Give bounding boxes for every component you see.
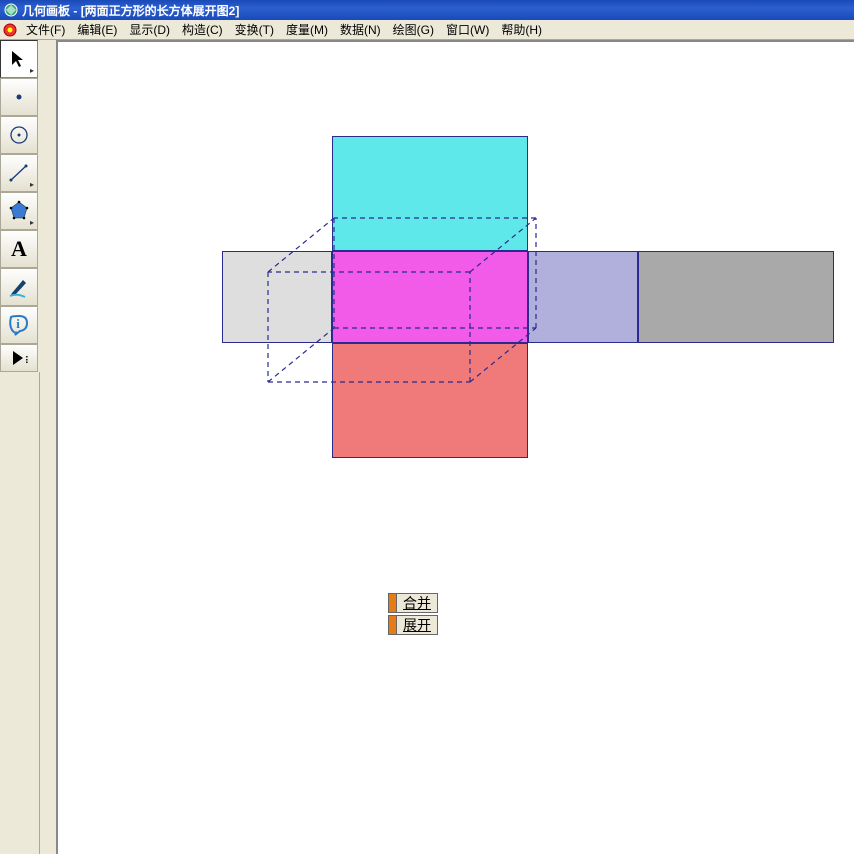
workspace: ▸ ▸ ▸ A i xyxy=(0,40,854,854)
marker-tool[interactable] xyxy=(0,268,38,306)
toolbar-frame: ▸ ▸ ▸ A i xyxy=(0,40,40,854)
info-icon: i xyxy=(7,313,31,337)
menu-window[interactable]: 窗口(W) xyxy=(440,19,495,40)
menu-edit[interactable]: 编辑(E) xyxy=(71,19,123,40)
title-bar: 几何画板 - [两面正方形的长方体展开图2] xyxy=(0,0,854,20)
document-icon[interactable] xyxy=(2,22,18,38)
face-left[interactable] xyxy=(222,251,332,343)
menu-measure[interactable]: 度量(M) xyxy=(280,19,334,40)
button-handle-icon xyxy=(389,616,397,634)
menu-number[interactable]: 数据(N) xyxy=(334,19,387,40)
menu-graph[interactable]: 绘图(G) xyxy=(387,19,440,40)
line-icon xyxy=(7,161,31,185)
point-icon xyxy=(9,87,29,107)
menu-construct[interactable]: 构造(C) xyxy=(176,19,229,40)
menu-file[interactable]: 文件(F) xyxy=(20,19,71,40)
unfold-button[interactable]: 展开 xyxy=(388,615,438,635)
polygon-tool[interactable]: ▸ xyxy=(0,192,38,230)
cursor-icon xyxy=(9,49,29,69)
pen-icon xyxy=(7,275,31,299)
point-tool[interactable] xyxy=(0,78,38,116)
button-handle-icon xyxy=(389,594,397,612)
submenu-indicator-icon: ▸ xyxy=(30,180,34,189)
circle-icon xyxy=(8,124,30,146)
arrow-tool[interactable]: ▸ xyxy=(0,40,38,78)
dots-icon: ⠇ xyxy=(25,356,33,367)
document-gutter xyxy=(40,40,56,854)
app-icon xyxy=(4,3,18,17)
toolbar: ▸ ▸ ▸ A i xyxy=(0,40,40,372)
window-title: 几何画板 - [两面正方形的长方体展开图2] xyxy=(22,2,239,19)
face-top[interactable] xyxy=(332,136,528,251)
information-tool[interactable]: i xyxy=(0,306,38,344)
merge-button[interactable]: 合并 xyxy=(388,593,438,613)
menu-display[interactable]: 显示(D) xyxy=(123,19,176,40)
letter-a-icon: A xyxy=(11,236,27,262)
face-bottom[interactable] xyxy=(332,343,528,458)
submenu-indicator-icon: ▸ xyxy=(30,218,34,227)
unfold-button-label: 展开 xyxy=(397,615,437,635)
drawing-canvas[interactable]: 合并 展开 xyxy=(56,40,854,854)
action-button-group: 合并 展开 xyxy=(388,592,438,636)
face-front[interactable] xyxy=(332,251,528,343)
face-right[interactable] xyxy=(528,251,638,343)
svg-text:i: i xyxy=(16,316,20,331)
submenu-indicator-icon: ▸ xyxy=(30,66,34,75)
merge-button-label: 合并 xyxy=(397,593,437,613)
straightedge-tool[interactable]: ▸ xyxy=(0,154,38,192)
compass-tool[interactable] xyxy=(0,116,38,154)
custom-tool[interactable]: ⠇ xyxy=(0,344,38,372)
menu-bar: 文件(F) 编辑(E) 显示(D) 构造(C) 变换(T) 度量(M) 数据(N… xyxy=(0,20,854,40)
face-back[interactable] xyxy=(638,251,834,343)
text-tool[interactable]: A xyxy=(0,230,38,268)
menu-transform[interactable]: 变换(T) xyxy=(229,19,280,40)
menu-help[interactable]: 帮助(H) xyxy=(495,19,548,40)
polygon-icon xyxy=(7,199,31,223)
